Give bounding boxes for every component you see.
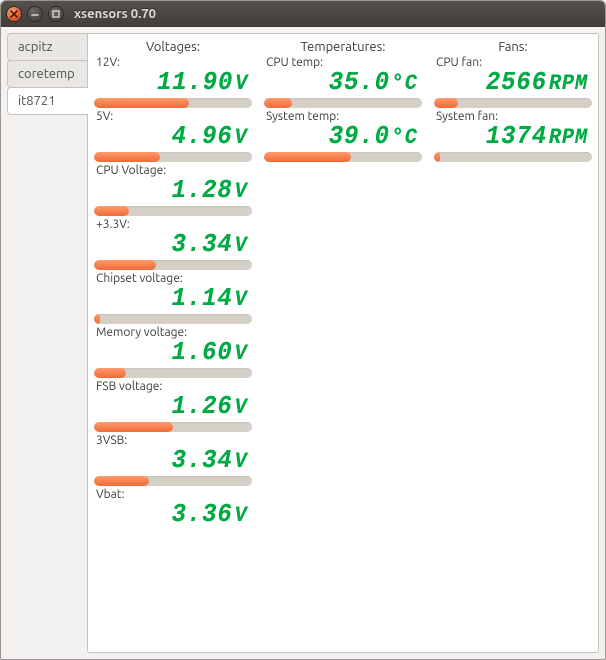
sensor-value: 35.0°C (264, 67, 422, 97)
titlebar[interactable]: xsensors 0.70 (1, 1, 605, 27)
sensor-memory-voltage: Memory voltage: 1.60V (94, 326, 252, 378)
sensor-vbat: Vbat: 3.36V (94, 488, 252, 540)
sensor-cpu-fan: CPU fan: 2566RPM (434, 56, 592, 108)
sensor-5v: 5V: 4.96V (94, 110, 252, 162)
sensor-bar (94, 314, 252, 324)
app-window: xsensors 0.70 acpitz coretemp it8721 Vol… (0, 0, 606, 660)
sensor-value: 1374RPM (434, 121, 592, 151)
sensor-chipset-voltage: Chipset voltage: 1.14V (94, 272, 252, 324)
close-icon[interactable] (7, 7, 21, 21)
tab-it8721[interactable]: it8721 (7, 87, 87, 115)
maximize-icon[interactable] (49, 7, 63, 21)
sensor-12v: 12V: 11.90V (94, 56, 252, 108)
sensor-value: 1.14V (94, 283, 252, 313)
sensor-3vsb: 3VSB: 3.34V (94, 434, 252, 486)
voltages-column: Voltages: 12V: 11.90V 5V: 4.96V CPU Volt… (94, 38, 252, 542)
sensor-bar (264, 152, 422, 162)
content-area: acpitz coretemp it8721 Voltages: 12V: 11… (1, 27, 605, 659)
sidebar-tabs: acpitz coretemp it8721 (1, 27, 87, 659)
sensor-value: 2566RPM (434, 67, 592, 97)
sensor-value: 39.0°C (264, 121, 422, 151)
window-title: xsensors 0.70 (74, 7, 156, 21)
sensor-bar (94, 206, 252, 216)
sensor-bar (94, 422, 252, 432)
sensor-value: 1.28V (94, 175, 252, 205)
minimize-icon[interactable] (28, 7, 42, 21)
sensor-value: 3.34V (94, 445, 252, 475)
sensor-value: 1.26V (94, 391, 252, 421)
sensor-value: 1.60V (94, 337, 252, 367)
temperatures-heading: Temperatures: (264, 40, 422, 54)
sensor-bar (434, 152, 592, 162)
sensor-bar (264, 98, 422, 108)
sensor-fsb-voltage: FSB voltage: 1.26V (94, 380, 252, 432)
temperatures-column: Temperatures: CPU temp: 35.0°C System te… (264, 38, 422, 164)
fans-column: Fans: CPU fan: 2566RPM System fan: 1374R… (434, 38, 592, 164)
tab-acpitz[interactable]: acpitz (7, 33, 87, 61)
sensor-value: 11.90V (94, 67, 252, 97)
sensor-system-temp: System temp: 39.0°C (264, 110, 422, 162)
sensor-bar (94, 368, 252, 378)
sensor-system-fan: System fan: 1374RPM (434, 110, 592, 162)
fans-heading: Fans: (434, 40, 592, 54)
sensor-3v3: +3.3V: 3.34V (94, 218, 252, 270)
sensor-cpu-voltage: CPU Voltage: 1.28V (94, 164, 252, 216)
tab-coretemp[interactable]: coretemp (7, 60, 87, 88)
sensor-bar (94, 260, 252, 270)
sensor-value: 4.96V (94, 121, 252, 151)
sensor-bar (94, 152, 252, 162)
sensor-bar (94, 476, 252, 486)
sensor-panel: Voltages: 12V: 11.90V 5V: 4.96V CPU Volt… (87, 33, 599, 653)
sensor-value: 3.36V (94, 499, 252, 529)
sensor-bar (94, 98, 252, 108)
sensor-value: 3.34V (94, 229, 252, 259)
sensor-cpu-temp: CPU temp: 35.0°C (264, 56, 422, 108)
voltages-heading: Voltages: (94, 40, 252, 54)
sensor-bar (434, 98, 592, 108)
